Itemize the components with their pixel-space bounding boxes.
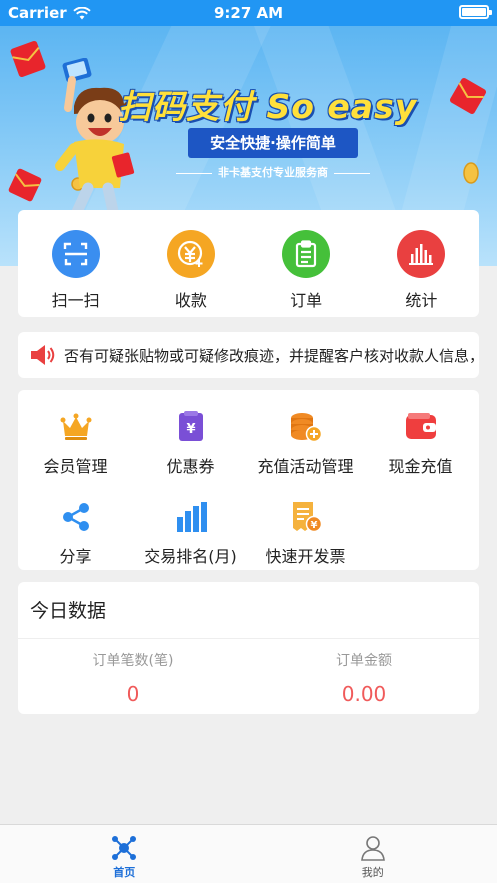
tab-mine[interactable]: 我的 — [249, 825, 497, 883]
feature-cash-recharge[interactable]: 现金充值 — [363, 390, 478, 480]
home-network-icon — [112, 836, 137, 860]
svg-text:¥: ¥ — [310, 520, 317, 531]
order-count-label: 订单笔数(笔) — [92, 653, 174, 669]
red-envelope-icon — [10, 40, 46, 78]
feature-label: 快速开发票 — [265, 547, 346, 566]
battery-icon — [459, 5, 492, 19]
divider — [18, 638, 479, 639]
scan-icon — [51, 230, 100, 278]
invoice-icon: ¥ — [289, 500, 323, 534]
banner-tagline: 非卡基支付专业服务商 — [160, 164, 386, 180]
order-count-value: 0 — [126, 682, 140, 706]
svg-text:¥: ¥ — [186, 422, 195, 437]
ranking-bars-icon — [174, 500, 208, 534]
tab-label: 首页 — [113, 866, 136, 879]
quick-action-stats[interactable]: 统计 — [364, 210, 479, 317]
feature-label: 优惠券 — [166, 457, 215, 476]
feature-label: 分享 — [59, 547, 92, 566]
quick-action-label: 收款 — [174, 291, 207, 310]
feature-label: 会员管理 — [43, 457, 108, 476]
red-envelope-icon — [449, 77, 487, 115]
feature-label: 现金充值 — [388, 457, 453, 476]
quick-action-orders[interactable]: 订单 — [249, 210, 364, 317]
bar-stats-icon — [397, 230, 446, 278]
feature-member-management[interactable]: 会员管理 — [18, 390, 133, 480]
order-count-stat: 订单笔数(笔) 0 — [18, 650, 248, 706]
gold-coin-icon — [463, 162, 479, 184]
order-amount-value: 0.00 — [341, 682, 387, 706]
order-amount-stat: 订单金额 0.00 — [249, 650, 479, 706]
yuan-coin-icon — [166, 230, 215, 278]
banner-tagline-text: 非卡基支付专业服务商 — [218, 166, 328, 179]
feature-row: 会员管理 ¥ 优惠券 充值活动管理 现金充值 — [18, 390, 479, 480]
red-envelope-icon — [8, 168, 42, 202]
notice-text: 否有可疑张贴物或可疑修改痕迹，并提醒客户核对收款人信息，谨 — [64, 346, 479, 365]
quick-action-label: 统计 — [405, 291, 438, 310]
banner-slogan: 扫码支付 So easy — [118, 87, 418, 126]
quick-action-collect[interactable]: 收款 — [133, 210, 248, 317]
today-data-title: 今日数据 — [30, 600, 107, 622]
tab-home[interactable]: 首页 — [0, 825, 249, 883]
quick-action-scan[interactable]: 扫一扫 — [18, 210, 133, 317]
feature-row: 分享 交易排名(月) ¥ 快速开发票 — [18, 480, 479, 570]
person-icon — [360, 836, 385, 861]
feature-coupon[interactable]: ¥ 优惠券 — [133, 390, 248, 480]
feature-transaction-ranking[interactable]: 交易排名(月) — [133, 480, 248, 570]
quick-action-label: 扫一扫 — [51, 291, 100, 310]
status-bar: Carrier 9:27 AM — [0, 0, 497, 26]
clock: 9:27 AM — [213, 4, 284, 22]
notice-bar[interactable]: 否有可疑张贴物或可疑修改痕迹，并提醒客户核对收款人信息，谨 — [18, 332, 479, 378]
order-amount-label: 订单金额 — [336, 653, 392, 669]
tab-bar: 首页 我的 — [0, 824, 497, 883]
feature-recharge-activity[interactable]: 充值活动管理 — [248, 390, 363, 480]
share-icon — [59, 500, 93, 534]
wallet-icon — [404, 410, 438, 444]
banner-subtitle: 安全快捷·操作简单 — [188, 128, 358, 158]
tab-label: 我的 — [361, 866, 384, 879]
clipboard-icon — [282, 230, 331, 278]
coin-stack-icon — [289, 410, 323, 444]
feature-share[interactable]: 分享 — [18, 480, 133, 570]
quick-actions-card: 扫一扫 收款 订单 统计 — [18, 210, 479, 317]
feature-label: 交易排名(月) — [144, 547, 237, 566]
quick-action-label: 订单 — [290, 291, 323, 310]
coupon-icon: ¥ — [174, 410, 208, 444]
today-data-card: 今日数据 订单笔数(笔) 0 订单金额 0.00 — [18, 582, 479, 714]
speaker-icon — [31, 345, 55, 365]
feature-quick-invoice[interactable]: ¥ 快速开发票 — [248, 480, 363, 570]
features-card: 会员管理 ¥ 优惠券 充值活动管理 现金充值 分享 交易排名(月) ¥ 快速开发… — [18, 390, 479, 570]
crown-icon — [59, 410, 93, 444]
feature-label: 充值活动管理 — [257, 457, 354, 476]
